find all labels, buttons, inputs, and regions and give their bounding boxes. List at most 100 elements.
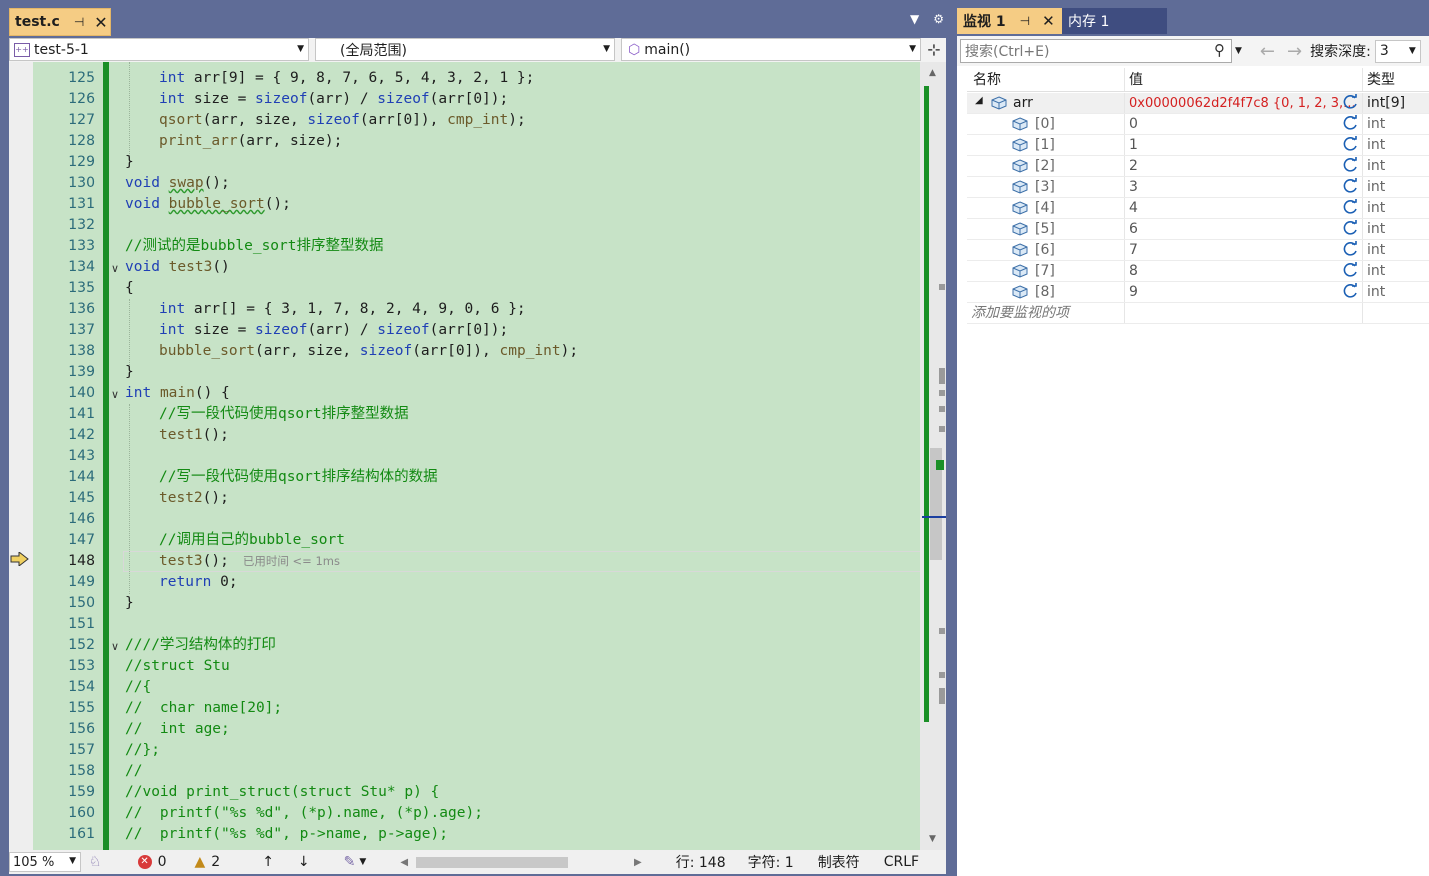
watch-row[interactable]: [4] 4 int bbox=[967, 198, 1429, 219]
vertical-scrollbar[interactable]: ▲ ▼ bbox=[920, 62, 946, 850]
watch-row[interactable]: [1] 1 int bbox=[967, 135, 1429, 156]
refresh-icon[interactable] bbox=[1343, 241, 1359, 257]
add-watch-row[interactable]: 添加要监视的项 bbox=[967, 303, 1429, 324]
line-number: 150 bbox=[68, 595, 95, 611]
line-number: 154 bbox=[68, 679, 95, 695]
code-line-129: } bbox=[125, 154, 134, 170]
back-arrow-icon[interactable]: ← bbox=[1260, 41, 1275, 62]
project-combo[interactable]: ++ test-5-1 ▼ bbox=[9, 38, 309, 61]
tab-memory-label: 内存 1 bbox=[1068, 14, 1110, 30]
refresh-icon[interactable] bbox=[1343, 262, 1359, 278]
line-number: 153 bbox=[68, 658, 95, 674]
scroll-left-icon[interactable]: ◀ bbox=[400, 857, 408, 868]
warning-icon[interactable]: ▲ bbox=[194, 854, 205, 870]
tab-memory-1[interactable]: 内存 1 bbox=[1062, 8, 1167, 34]
scroll-right-icon[interactable]: ▶ bbox=[634, 857, 642, 868]
watch-value: 0 bbox=[1129, 116, 1138, 132]
code-editor[interactable]: 125 126 127 128 129 130 131 132 133 134 135 136 137 1… bbox=[9, 62, 946, 850]
variable-icon bbox=[1012, 222, 1028, 236]
scroll-up-icon[interactable]: ▲ bbox=[929, 68, 936, 78]
indent-mode[interactable]: 制表符 bbox=[818, 852, 860, 872]
watch-row[interactable]: [6] 7 int bbox=[967, 240, 1429, 261]
chevron-down-icon[interactable]: ▼ bbox=[1235, 46, 1242, 56]
refresh-icon[interactable] bbox=[1343, 178, 1359, 194]
gear-icon[interactable]: ⚙ bbox=[933, 12, 944, 26]
watch-toolbar: 搜索(Ctrl+E) ⚲ ▼ ← → 搜索深度: 3 ▼ bbox=[957, 36, 1429, 66]
scope-combo-label: (全局范围) bbox=[340, 42, 407, 59]
cleanup-icon[interactable]: ✎ bbox=[344, 854, 356, 870]
refresh-icon[interactable] bbox=[1343, 136, 1359, 152]
project-combo-label: test-5-1 bbox=[34, 41, 89, 58]
code-area[interactable]: int arr[9] = { 9, 8, 7, 6, 5, 4, 3, 2, 1… bbox=[111, 62, 929, 850]
watch-row[interactable]: [8] 9 int bbox=[967, 282, 1429, 303]
tab-test-c[interactable]: test.c ⊣ ✕ bbox=[9, 8, 111, 36]
watch-name: arr bbox=[1013, 95, 1033, 111]
horizontal-scroll-thumb[interactable] bbox=[416, 856, 569, 868]
document-tab-strip: test.c ⊣ ✕ ▼ ⚙ bbox=[0, 0, 952, 38]
code-line-155: // char name[20]; bbox=[125, 700, 283, 716]
scroll-down-icon[interactable]: ▼ bbox=[929, 834, 936, 844]
pin-icon[interactable]: ⊣ bbox=[1020, 14, 1030, 28]
watch-row[interactable]: [0] 0 int bbox=[967, 114, 1429, 135]
indicator-margin[interactable] bbox=[9, 62, 33, 850]
watch-row[interactable]: [7] 8 int bbox=[967, 261, 1429, 282]
code-line-158: // bbox=[125, 763, 143, 779]
pin-icon[interactable]: ⊣ bbox=[74, 15, 84, 29]
error-icon[interactable]: ✕ bbox=[137, 855, 152, 869]
code-line-156: // int age; bbox=[125, 721, 230, 737]
refresh-icon[interactable] bbox=[1343, 94, 1359, 110]
editor-status-bar: 105 % ▼ ♘ ✕ 0 ▲ 2 ↑ ↓ ✎ ▼ ◀ ▶ 行: 148 字符:… bbox=[9, 850, 946, 874]
column-header-name[interactable]: 名称 bbox=[967, 68, 1125, 91]
member-combo[interactable]: ⬡ main() ▼ bbox=[621, 38, 921, 61]
column-header-type[interactable]: 类型 bbox=[1363, 68, 1429, 91]
refresh-icon[interactable] bbox=[1343, 115, 1359, 131]
refresh-icon[interactable] bbox=[1343, 199, 1359, 215]
line-position[interactable]: 行: 148 bbox=[676, 852, 726, 872]
close-icon[interactable]: ✕ bbox=[94, 13, 107, 32]
watch-row-root[interactable]: ◢ arr 0x00000062d2f4f7c8 {0, 1, 2, 3,...… bbox=[967, 93, 1429, 114]
watch-pane: 监视 1 ⊣ ✕ 内存 1 搜索(Ctrl+E) ⚲ ▼ ← → 搜索深度: 3… bbox=[957, 0, 1429, 876]
char-position[interactable]: 字符: 1 bbox=[748, 852, 794, 872]
column-header-value[interactable]: 值 bbox=[1125, 68, 1363, 91]
code-line-141: //写一段代码使用qsort排序整型数据 bbox=[159, 406, 409, 422]
variable-icon bbox=[1012, 264, 1028, 278]
code-line-139: } bbox=[125, 364, 134, 380]
tab-watch-1[interactable]: 监视 1 ⊣ ✕ bbox=[957, 8, 1062, 34]
code-line-152: ////学习结构体的打印 bbox=[125, 637, 276, 653]
refresh-icon[interactable] bbox=[1343, 157, 1359, 173]
collapse-icon[interactable]: ◢ bbox=[975, 95, 983, 106]
variable-icon bbox=[1012, 138, 1028, 152]
line-ending[interactable]: CRLF bbox=[884, 854, 919, 870]
chevron-down-icon[interactable]: ▼ bbox=[359, 857, 366, 867]
forward-arrow-icon[interactable]: → bbox=[1287, 41, 1302, 62]
zoom-combo[interactable]: 105 % ▼ bbox=[9, 852, 81, 872]
tab-title: test.c bbox=[15, 14, 60, 30]
error-count[interactable]: 0 bbox=[158, 854, 167, 870]
scope-combo[interactable]: (全局范围) ▼ bbox=[315, 38, 615, 61]
watch-search-input[interactable]: 搜索(Ctrl+E) ⚲ bbox=[960, 39, 1232, 63]
split-icon[interactable]: ⊹ bbox=[922, 38, 946, 61]
close-icon[interactable]: ✕ bbox=[1042, 12, 1055, 30]
watch-row[interactable]: [2] 2 int bbox=[967, 156, 1429, 177]
dropdown-icon[interactable]: ▼ bbox=[910, 12, 919, 26]
watch-row[interactable]: [5] 6 int bbox=[967, 219, 1429, 240]
watch-row[interactable]: [3] 3 int bbox=[967, 177, 1429, 198]
watch-value: 7 bbox=[1129, 242, 1138, 258]
copilot-icon[interactable]: ♘ bbox=[89, 854, 102, 870]
arrow-up-icon[interactable]: ↑ bbox=[262, 854, 274, 870]
warning-count[interactable]: 2 bbox=[211, 854, 220, 870]
line-number: 146 bbox=[68, 511, 95, 527]
line-number: 134 bbox=[68, 259, 95, 275]
line-number-gutter: 125 126 127 128 129 130 131 132 133 134 135 136 137 1… bbox=[33, 62, 103, 850]
line-number: 156 bbox=[68, 721, 95, 737]
line-number: 161 bbox=[68, 826, 95, 842]
arrow-down-icon[interactable]: ↓ bbox=[298, 854, 310, 870]
refresh-icon[interactable] bbox=[1343, 283, 1359, 299]
search-depth-combo[interactable]: 3 ▼ bbox=[1374, 39, 1421, 63]
variable-icon bbox=[1012, 243, 1028, 257]
search-icon[interactable]: ⚲ bbox=[1214, 41, 1225, 59]
line-number: 144 bbox=[68, 469, 95, 485]
refresh-icon[interactable] bbox=[1343, 220, 1359, 236]
watch-name: [5] bbox=[1035, 221, 1055, 237]
line-number: 135 bbox=[68, 280, 95, 296]
